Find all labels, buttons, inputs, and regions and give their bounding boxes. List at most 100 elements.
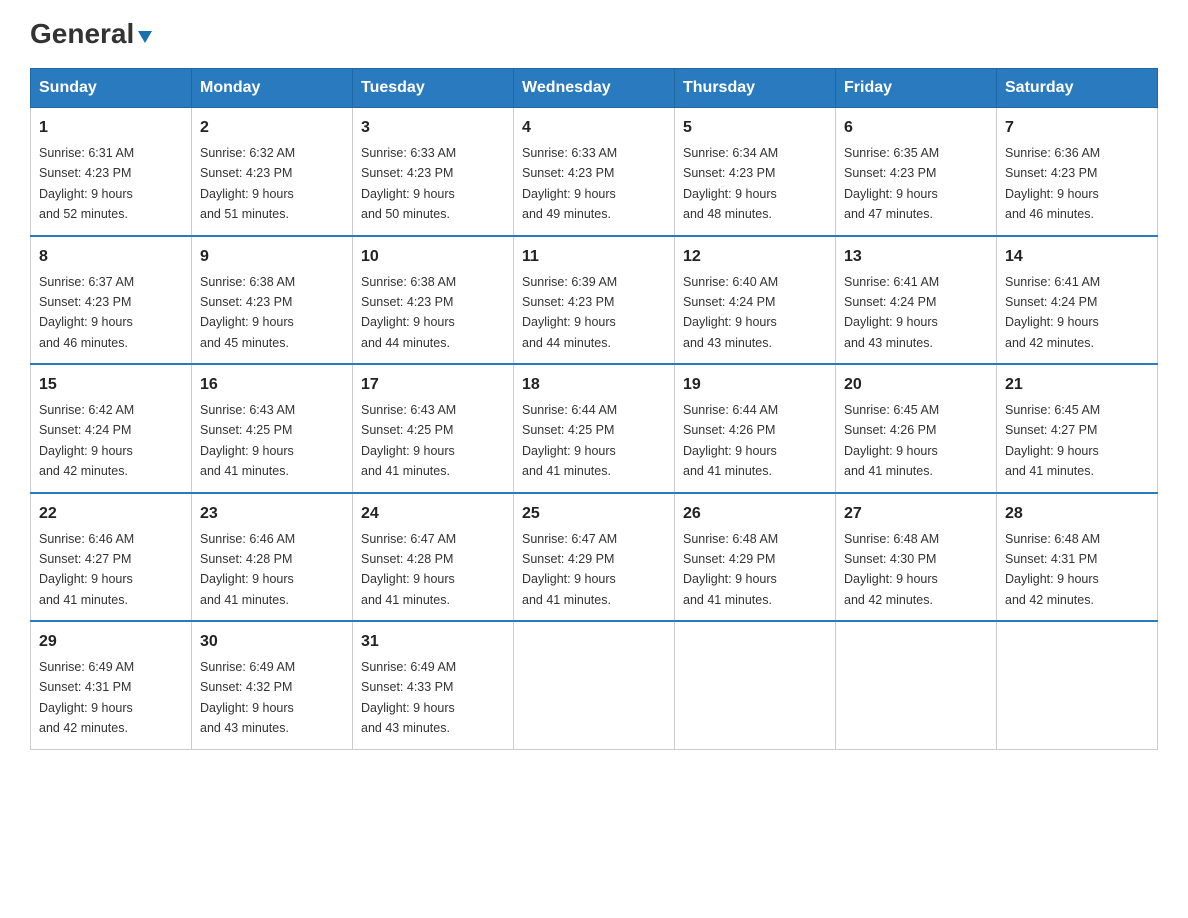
calendar-week-row: 1 Sunrise: 6:31 AMSunset: 4:23 PMDayligh… xyxy=(31,108,1158,236)
day-info: Sunrise: 6:45 AMSunset: 4:26 PMDaylight:… xyxy=(844,403,939,478)
col-header-monday: Monday xyxy=(192,69,353,108)
day-info: Sunrise: 6:48 AMSunset: 4:31 PMDaylight:… xyxy=(1005,532,1100,607)
day-info: Sunrise: 6:49 AMSunset: 4:33 PMDaylight:… xyxy=(361,660,456,735)
day-info: Sunrise: 6:34 AMSunset: 4:23 PMDaylight:… xyxy=(683,146,778,221)
day-number: 25 xyxy=(522,502,666,526)
calendar-cell: 12 Sunrise: 6:40 AMSunset: 4:24 PMDaylig… xyxy=(675,236,836,365)
day-info: Sunrise: 6:36 AMSunset: 4:23 PMDaylight:… xyxy=(1005,146,1100,221)
calendar-cell: 1 Sunrise: 6:31 AMSunset: 4:23 PMDayligh… xyxy=(31,108,192,236)
calendar-cell xyxy=(514,621,675,749)
calendar-cell: 11 Sunrise: 6:39 AMSunset: 4:23 PMDaylig… xyxy=(514,236,675,365)
day-number: 15 xyxy=(39,373,183,397)
day-info: Sunrise: 6:43 AMSunset: 4:25 PMDaylight:… xyxy=(200,403,295,478)
logo: General xyxy=(30,20,154,50)
logo-triangle-icon xyxy=(136,27,154,45)
day-info: Sunrise: 6:32 AMSunset: 4:23 PMDaylight:… xyxy=(200,146,295,221)
logo-general: General xyxy=(30,18,134,49)
calendar-cell: 8 Sunrise: 6:37 AMSunset: 4:23 PMDayligh… xyxy=(31,236,192,365)
day-number: 21 xyxy=(1005,373,1149,397)
col-header-sunday: Sunday xyxy=(31,69,192,108)
calendar-cell: 20 Sunrise: 6:45 AMSunset: 4:26 PMDaylig… xyxy=(836,364,997,493)
calendar-cell: 28 Sunrise: 6:48 AMSunset: 4:31 PMDaylig… xyxy=(997,493,1158,622)
day-info: Sunrise: 6:42 AMSunset: 4:24 PMDaylight:… xyxy=(39,403,134,478)
calendar-cell: 3 Sunrise: 6:33 AMSunset: 4:23 PMDayligh… xyxy=(353,108,514,236)
calendar-cell: 24 Sunrise: 6:47 AMSunset: 4:28 PMDaylig… xyxy=(353,493,514,622)
day-number: 24 xyxy=(361,502,505,526)
col-header-saturday: Saturday xyxy=(997,69,1158,108)
day-info: Sunrise: 6:48 AMSunset: 4:30 PMDaylight:… xyxy=(844,532,939,607)
calendar-cell: 14 Sunrise: 6:41 AMSunset: 4:24 PMDaylig… xyxy=(997,236,1158,365)
calendar-cell xyxy=(836,621,997,749)
day-number: 12 xyxy=(683,245,827,269)
calendar-week-row: 8 Sunrise: 6:37 AMSunset: 4:23 PMDayligh… xyxy=(31,236,1158,365)
calendar-cell: 27 Sunrise: 6:48 AMSunset: 4:30 PMDaylig… xyxy=(836,493,997,622)
day-number: 8 xyxy=(39,245,183,269)
day-number: 18 xyxy=(522,373,666,397)
day-number: 3 xyxy=(361,116,505,140)
calendar-cell: 26 Sunrise: 6:48 AMSunset: 4:29 PMDaylig… xyxy=(675,493,836,622)
day-number: 22 xyxy=(39,502,183,526)
day-number: 20 xyxy=(844,373,988,397)
calendar-cell: 30 Sunrise: 6:49 AMSunset: 4:32 PMDaylig… xyxy=(192,621,353,749)
day-info: Sunrise: 6:47 AMSunset: 4:29 PMDaylight:… xyxy=(522,532,617,607)
day-number: 16 xyxy=(200,373,344,397)
day-info: Sunrise: 6:44 AMSunset: 4:25 PMDaylight:… xyxy=(522,403,617,478)
col-header-tuesday: Tuesday xyxy=(353,69,514,108)
day-number: 2 xyxy=(200,116,344,140)
calendar-cell: 15 Sunrise: 6:42 AMSunset: 4:24 PMDaylig… xyxy=(31,364,192,493)
calendar-header-row: SundayMondayTuesdayWednesdayThursdayFrid… xyxy=(31,69,1158,108)
calendar-cell: 7 Sunrise: 6:36 AMSunset: 4:23 PMDayligh… xyxy=(997,108,1158,236)
day-number: 27 xyxy=(844,502,988,526)
day-info: Sunrise: 6:44 AMSunset: 4:26 PMDaylight:… xyxy=(683,403,778,478)
calendar-cell: 18 Sunrise: 6:44 AMSunset: 4:25 PMDaylig… xyxy=(514,364,675,493)
day-number: 1 xyxy=(39,116,183,140)
calendar-cell: 17 Sunrise: 6:43 AMSunset: 4:25 PMDaylig… xyxy=(353,364,514,493)
day-info: Sunrise: 6:39 AMSunset: 4:23 PMDaylight:… xyxy=(522,275,617,350)
day-number: 17 xyxy=(361,373,505,397)
calendar-cell: 21 Sunrise: 6:45 AMSunset: 4:27 PMDaylig… xyxy=(997,364,1158,493)
day-info: Sunrise: 6:43 AMSunset: 4:25 PMDaylight:… xyxy=(361,403,456,478)
calendar-cell: 13 Sunrise: 6:41 AMSunset: 4:24 PMDaylig… xyxy=(836,236,997,365)
calendar-cell xyxy=(997,621,1158,749)
calendar-cell: 16 Sunrise: 6:43 AMSunset: 4:25 PMDaylig… xyxy=(192,364,353,493)
calendar-cell: 23 Sunrise: 6:46 AMSunset: 4:28 PMDaylig… xyxy=(192,493,353,622)
day-info: Sunrise: 6:46 AMSunset: 4:28 PMDaylight:… xyxy=(200,532,295,607)
calendar-cell: 10 Sunrise: 6:38 AMSunset: 4:23 PMDaylig… xyxy=(353,236,514,365)
day-number: 28 xyxy=(1005,502,1149,526)
col-header-thursday: Thursday xyxy=(675,69,836,108)
day-info: Sunrise: 6:31 AMSunset: 4:23 PMDaylight:… xyxy=(39,146,134,221)
day-number: 4 xyxy=(522,116,666,140)
calendar-week-row: 22 Sunrise: 6:46 AMSunset: 4:27 PMDaylig… xyxy=(31,493,1158,622)
day-info: Sunrise: 6:38 AMSunset: 4:23 PMDaylight:… xyxy=(200,275,295,350)
calendar-cell: 31 Sunrise: 6:49 AMSunset: 4:33 PMDaylig… xyxy=(353,621,514,749)
day-info: Sunrise: 6:41 AMSunset: 4:24 PMDaylight:… xyxy=(1005,275,1100,350)
calendar-cell: 5 Sunrise: 6:34 AMSunset: 4:23 PMDayligh… xyxy=(675,108,836,236)
day-info: Sunrise: 6:37 AMSunset: 4:23 PMDaylight:… xyxy=(39,275,134,350)
day-number: 23 xyxy=(200,502,344,526)
day-number: 14 xyxy=(1005,245,1149,269)
day-number: 19 xyxy=(683,373,827,397)
day-info: Sunrise: 6:49 AMSunset: 4:31 PMDaylight:… xyxy=(39,660,134,735)
col-header-wednesday: Wednesday xyxy=(514,69,675,108)
day-number: 9 xyxy=(200,245,344,269)
calendar-cell: 19 Sunrise: 6:44 AMSunset: 4:26 PMDaylig… xyxy=(675,364,836,493)
day-number: 13 xyxy=(844,245,988,269)
day-info: Sunrise: 6:33 AMSunset: 4:23 PMDaylight:… xyxy=(522,146,617,221)
day-info: Sunrise: 6:40 AMSunset: 4:24 PMDaylight:… xyxy=(683,275,778,350)
day-info: Sunrise: 6:41 AMSunset: 4:24 PMDaylight:… xyxy=(844,275,939,350)
day-number: 5 xyxy=(683,116,827,140)
day-number: 10 xyxy=(361,245,505,269)
day-number: 6 xyxy=(844,116,988,140)
calendar-cell: 9 Sunrise: 6:38 AMSunset: 4:23 PMDayligh… xyxy=(192,236,353,365)
calendar-cell: 22 Sunrise: 6:46 AMSunset: 4:27 PMDaylig… xyxy=(31,493,192,622)
page-header: General xyxy=(30,20,1158,50)
day-number: 7 xyxy=(1005,116,1149,140)
calendar-cell: 25 Sunrise: 6:47 AMSunset: 4:29 PMDaylig… xyxy=(514,493,675,622)
day-number: 29 xyxy=(39,630,183,654)
calendar-cell: 4 Sunrise: 6:33 AMSunset: 4:23 PMDayligh… xyxy=(514,108,675,236)
calendar-week-row: 29 Sunrise: 6:49 AMSunset: 4:31 PMDaylig… xyxy=(31,621,1158,749)
calendar-table: SundayMondayTuesdayWednesdayThursdayFrid… xyxy=(30,68,1158,750)
calendar-cell: 6 Sunrise: 6:35 AMSunset: 4:23 PMDayligh… xyxy=(836,108,997,236)
day-info: Sunrise: 6:33 AMSunset: 4:23 PMDaylight:… xyxy=(361,146,456,221)
calendar-cell xyxy=(675,621,836,749)
